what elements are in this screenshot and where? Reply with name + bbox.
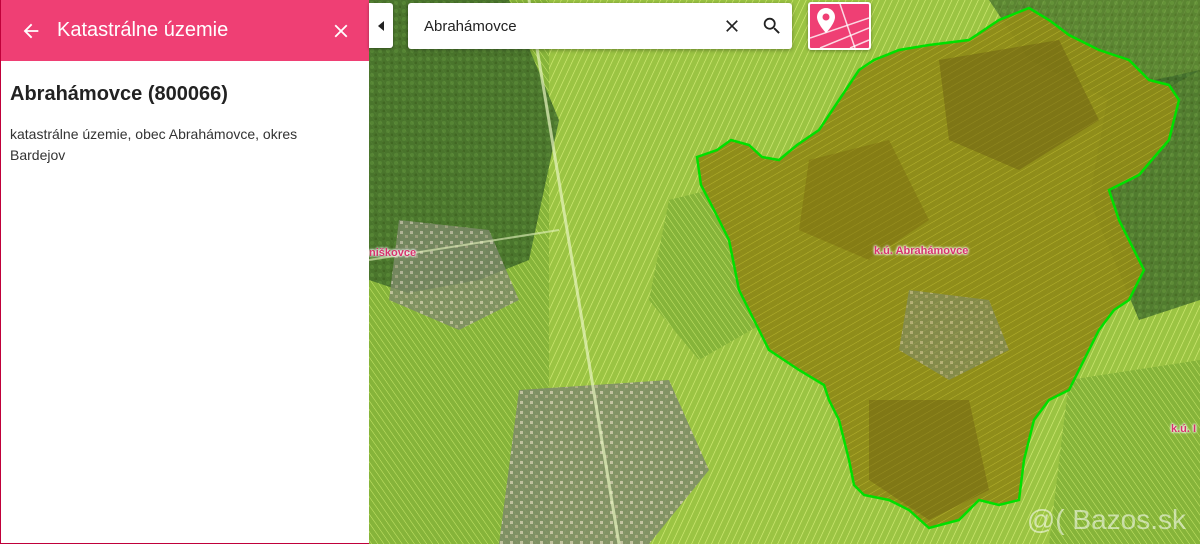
watermark: @( Bazos.sk	[1026, 504, 1186, 535]
clear-search-button[interactable]	[712, 3, 752, 49]
cadastre-layer-button[interactable]	[808, 2, 871, 50]
panel-body: Abrahámovce (800066) katastrálne územie,…	[1, 61, 369, 184]
area-description: katastrálne územie, obec Abrahámovce, ok…	[10, 126, 298, 163]
caret-left-icon	[378, 20, 384, 31]
search-icon	[763, 17, 780, 34]
area-name: Abrahámovce (800066)	[10, 83, 228, 105]
map-label-west-area: niškovce	[369, 247, 417, 259]
side-panel: Katastrálne územie Abrahámovce (800066) …	[0, 0, 369, 544]
map-label-east-area: k.ú. I	[1171, 423, 1197, 435]
map-label-selected-area: k.ú. Abrahámovce	[874, 245, 969, 257]
close-icon	[334, 24, 348, 37]
map-pin-icon	[810, 4, 869, 48]
map-view[interactable]: k.ú. Abrahámovce niškovce k.ú. I @( Bazo…	[369, 0, 1200, 544]
close-panel-button[interactable]	[327, 17, 355, 45]
back-button[interactable]	[17, 17, 45, 45]
search-button[interactable]	[752, 3, 792, 49]
map-canvas[interactable]	[369, 0, 1200, 544]
search-bar	[408, 3, 792, 49]
close-icon	[726, 20, 738, 32]
search-input[interactable]	[424, 17, 712, 35]
collapse-panel-button[interactable]	[369, 3, 393, 48]
panel-header: Katastrálne územie	[1, 0, 369, 61]
arrow-left-icon	[23, 23, 39, 38]
panel-title: Katastrálne územie	[57, 19, 229, 41]
